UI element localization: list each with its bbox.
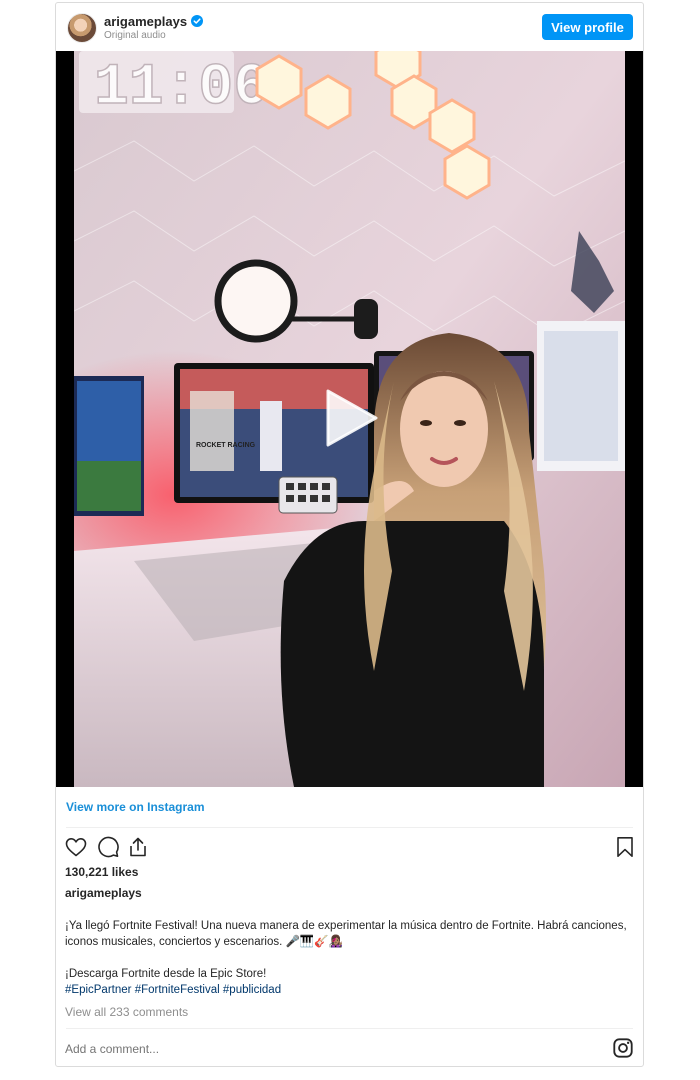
caption-text-2: ¡Descarga Fortnite desde la Epic Store! [65, 968, 267, 980]
audio-subtitle[interactable]: Original audio [104, 30, 166, 41]
verified-badge-icon [191, 15, 204, 27]
instagram-icon[interactable] [612, 1037, 634, 1059]
header-username[interactable]: arigameplays [104, 14, 204, 29]
hashtag-list: #EpicPartner #FortniteFestival #publicid… [65, 982, 630, 998]
comment-input[interactable] [65, 1042, 545, 1056]
bookmark-icon[interactable] [613, 835, 637, 859]
comment-icon[interactable] [96, 835, 120, 859]
hashtag-link[interactable]: #EpicPartner [65, 984, 131, 996]
play-icon[interactable] [320, 387, 382, 449]
likes-count[interactable]: 130,221 likes [65, 865, 138, 879]
monitor-text: ROCKET RACING [196, 442, 256, 449]
caption: ¡Ya llegó Fortnite Festival! Una nueva m… [65, 918, 630, 998]
share-icon[interactable] [126, 835, 150, 859]
hashtag-link[interactable]: #publicidad [223, 984, 281, 996]
action-bar [64, 835, 635, 861]
view-more-link[interactable]: View more on Instagram [66, 800, 205, 814]
caption-text-1: ¡Ya llegó Fortnite Festival! Una nueva m… [65, 920, 627, 948]
view-profile-button[interactable]: View profile [542, 14, 633, 40]
video-media[interactable]: 11:06 ROCKET RACING [56, 51, 643, 787]
divider [66, 1028, 633, 1029]
clock-text: 11:06 [94, 56, 268, 121]
avatar[interactable] [67, 13, 97, 43]
view-all-comments-link[interactable]: View all 233 comments [65, 1005, 188, 1019]
instagram-embed: arigameplays Original audio View profile [55, 2, 644, 1067]
hashtag-link[interactable]: #FortniteFestival [135, 984, 220, 996]
post-header: arigameplays Original audio View profile [56, 3, 643, 51]
header-username-text[interactable]: arigameplays [104, 14, 187, 29]
caption-username[interactable]: arigameplays [65, 886, 142, 900]
divider [66, 827, 633, 828]
heart-icon[interactable] [64, 835, 88, 859]
wall-clock: 11:06 [79, 51, 269, 122]
